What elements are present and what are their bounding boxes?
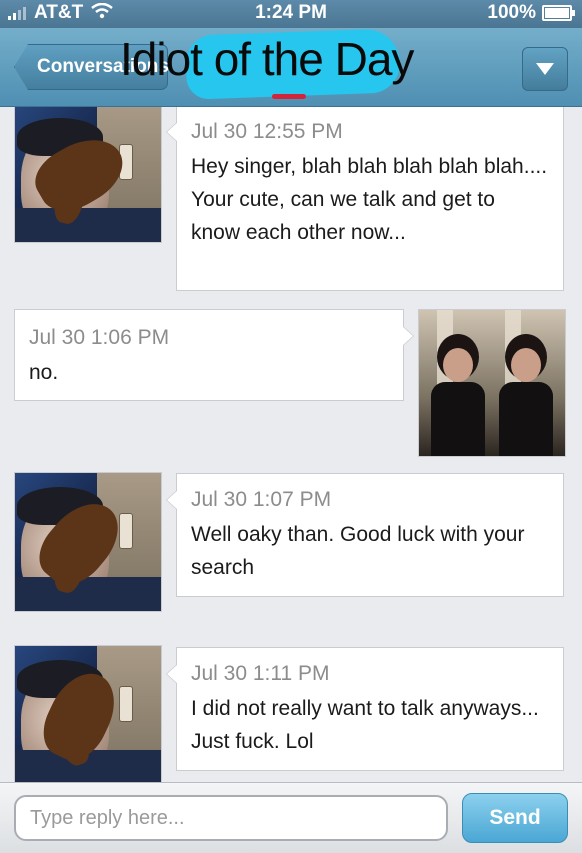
message-bubble[interactable]: Jul 30 1:06 PM no. (14, 309, 414, 401)
avatar-redacted[interactable] (14, 472, 162, 612)
message-timestamp: Jul 30 1:11 PM (191, 662, 330, 685)
message-bubble[interactable]: Jul 30 12:55 PM Hey singer, blah blah bl… (166, 107, 564, 291)
battery-percent: 100% (487, 2, 536, 23)
battery-group: 100% (487, 2, 575, 24)
battery-icon (542, 5, 575, 21)
message-timestamp: Jul 30 1:07 PM (191, 488, 332, 511)
reply-input[interactable] (14, 795, 448, 841)
message-bubble[interactable]: Jul 30 1:11 PM I did not really want to … (166, 647, 564, 771)
avatar-photo[interactable] (418, 309, 566, 457)
message-timestamp: Jul 30 1:06 PM (29, 326, 170, 349)
nav-bar: Conversations Idiot of the Day (0, 28, 582, 107)
avatar-redacted[interactable] (14, 107, 162, 243)
avatar-redacted[interactable] (14, 645, 162, 782)
chevron-down-icon (536, 63, 554, 75)
send-button[interactable]: Send (462, 793, 568, 843)
conversation-list[interactable]: Jul 30 12:55 PM Hey singer, blah blah bl… (0, 107, 582, 782)
status-bar: AT&T 1:24 PM 100% (0, 0, 582, 28)
menu-button[interactable] (522, 47, 568, 91)
message-text: Hey singer, blah blah blah blah blah....… (191, 155, 548, 244)
message-text: I did not really want to talk anyways...… (191, 697, 539, 753)
message-text: Well oaky than. Good luck with your sear… (191, 523, 525, 579)
red-underline-mark (272, 94, 306, 99)
message-timestamp: Jul 30 12:55 PM (191, 120, 343, 143)
message-bubble[interactable]: Jul 30 1:07 PM Well oaky than. Good luck… (166, 473, 564, 597)
message-text: no. (29, 361, 59, 384)
composer-bar: Send (0, 782, 582, 853)
page-title: Idiot of the Day (120, 33, 414, 85)
